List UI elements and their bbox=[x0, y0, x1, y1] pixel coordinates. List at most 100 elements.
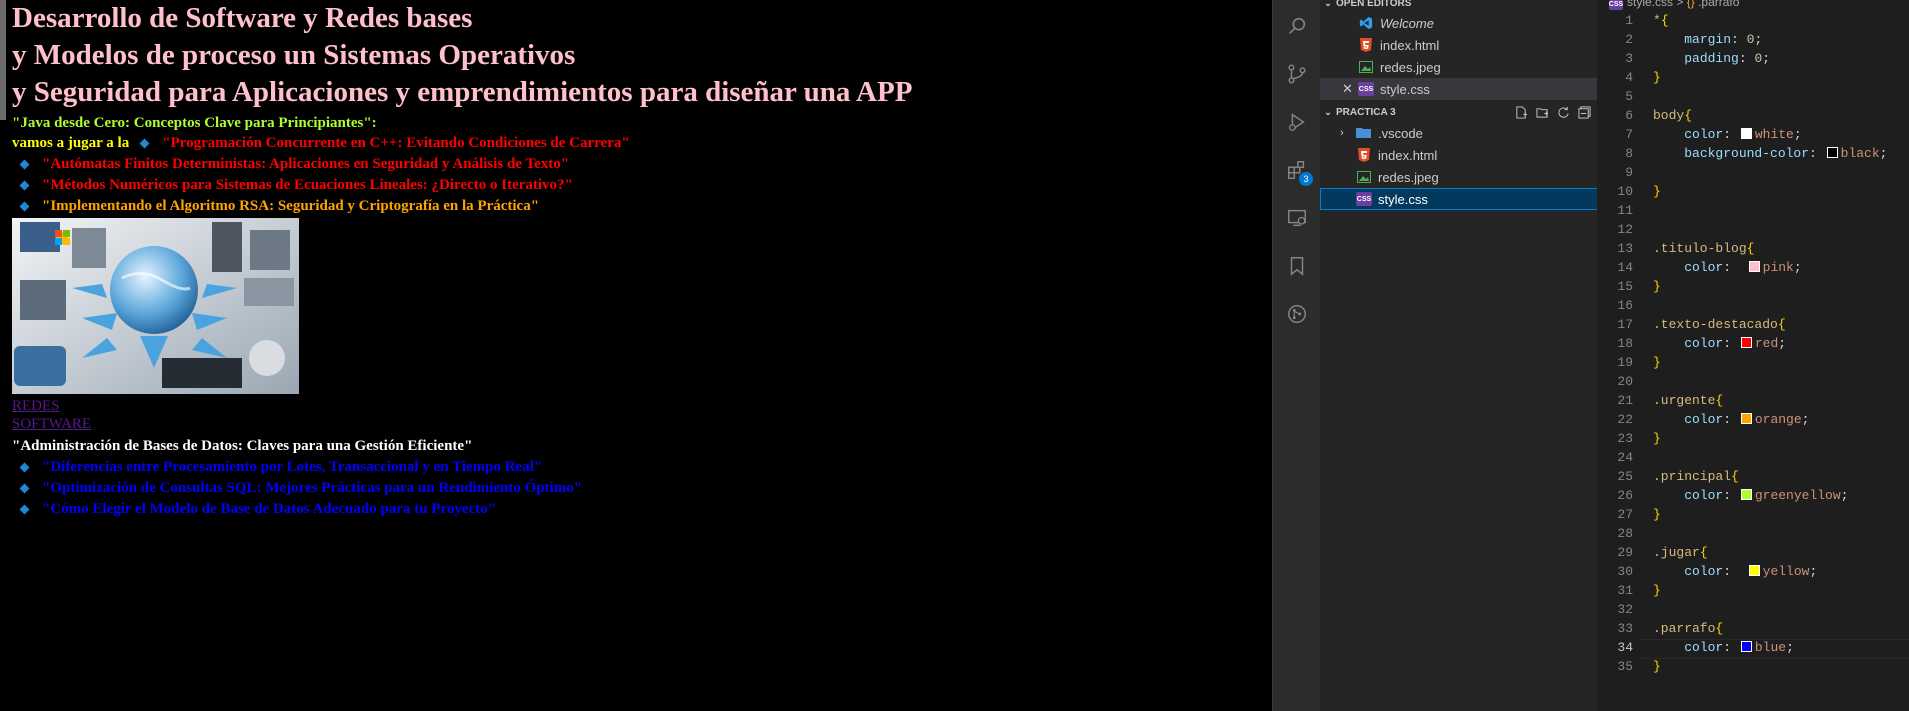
brace: { bbox=[1684, 108, 1693, 123]
line-number: 30 bbox=[1617, 564, 1633, 579]
refresh-icon[interactable] bbox=[1556, 105, 1570, 119]
css-property: color bbox=[1684, 260, 1724, 275]
code-line[interactable]: color: blue; bbox=[1653, 640, 1794, 655]
open-editor-redes-jpeg[interactable]: redes.jpeg bbox=[1320, 56, 1635, 78]
brace: } bbox=[1653, 431, 1661, 446]
file-style-css[interactable]: CSS style.css bbox=[1320, 188, 1633, 210]
list-item-parrafo: "Diferencias entre Procesamiento por Lot… bbox=[12, 457, 1272, 478]
code-line[interactable]: .titulo-blog{ bbox=[1653, 241, 1754, 256]
scrollbar[interactable] bbox=[0, 0, 6, 120]
code-line[interactable]: } bbox=[1653, 431, 1661, 446]
code-line[interactable]: color: white; bbox=[1653, 127, 1801, 142]
code-line[interactable]: .urgente{ bbox=[1653, 393, 1723, 408]
code-line[interactable]: .principal{ bbox=[1653, 469, 1739, 484]
code-line[interactable]: color: greenyellow; bbox=[1653, 488, 1848, 503]
css-property: color bbox=[1684, 488, 1724, 503]
code-line[interactable]: .parrafo{ bbox=[1653, 621, 1723, 636]
new-file-icon[interactable] bbox=[1514, 105, 1528, 119]
folder-vscode[interactable]: › .vscode bbox=[1320, 122, 1617, 144]
code-line[interactable]: margin: 0; bbox=[1653, 32, 1762, 47]
file-redes-jpeg[interactable]: redes.jpeg bbox=[1320, 166, 1633, 188]
folder-header-practica-3[interactable]: ⌄ PRACTICA 3 bbox=[1320, 101, 1597, 123]
breadcrumb-file[interactable]: style.css bbox=[1627, 0, 1673, 9]
open-editor-welcome[interactable]: Welcome bbox=[1320, 12, 1635, 34]
code-line[interactable]: color: pink; bbox=[1653, 260, 1801, 275]
code-line[interactable]: } bbox=[1653, 659, 1661, 674]
file-index-html[interactable]: index.html bbox=[1320, 144, 1633, 166]
list-item-parrafo: "Optimización de Consultas SQL: Mejores … bbox=[12, 478, 1272, 499]
bookmarks-icon[interactable] bbox=[1285, 254, 1309, 278]
line-number: 18 bbox=[1617, 336, 1633, 351]
code-line[interactable]: } bbox=[1653, 184, 1661, 199]
line-number: 29 bbox=[1617, 545, 1633, 560]
source-control-icon[interactable] bbox=[1285, 62, 1309, 86]
line-number: 3 bbox=[1625, 51, 1633, 66]
brace: } bbox=[1653, 355, 1661, 370]
collapse-all-icon[interactable] bbox=[1577, 105, 1591, 119]
css-property: color bbox=[1684, 412, 1724, 427]
code-line[interactable]: } bbox=[1653, 583, 1661, 598]
code-line[interactable]: .texto-destacado{ bbox=[1653, 317, 1786, 332]
code-line[interactable]: *{ bbox=[1653, 13, 1669, 28]
line-number: 24 bbox=[1617, 450, 1633, 465]
file-label: style.css bbox=[1378, 191, 1428, 207]
code-line[interactable]: color: red; bbox=[1653, 336, 1786, 351]
new-folder-icon[interactable] bbox=[1535, 105, 1549, 119]
run-debug-icon[interactable] bbox=[1285, 110, 1309, 134]
remote-explorer-icon[interactable] bbox=[1285, 206, 1309, 230]
open-editor-style-css[interactable]: ✕ CSS style.css bbox=[1320, 78, 1619, 100]
chevron-right-icon: › bbox=[1340, 127, 1344, 139]
css-value: red bbox=[1754, 336, 1779, 351]
vscode-logo-icon bbox=[1358, 16, 1374, 30]
css-value: greenyellow bbox=[1754, 488, 1841, 503]
css-value: 0 bbox=[1746, 32, 1755, 47]
list-bullet-icon bbox=[139, 138, 150, 149]
line-number: 19 bbox=[1617, 355, 1633, 370]
close-icon[interactable]: ✕ bbox=[1342, 81, 1358, 97]
color-swatch[interactable] bbox=[1748, 261, 1760, 272]
chevron-down-icon: ⌄ bbox=[1324, 106, 1332, 117]
code-line[interactable]: background-color: black; bbox=[1653, 146, 1887, 161]
code-line[interactable]: color: yellow; bbox=[1653, 564, 1817, 579]
color-swatch[interactable] bbox=[1740, 641, 1752, 652]
code-line[interactable]: body{ bbox=[1653, 108, 1692, 123]
brace: } bbox=[1653, 184, 1661, 199]
color-swatch[interactable] bbox=[1740, 489, 1752, 500]
extensions-icon[interactable]: 3 bbox=[1285, 158, 1313, 186]
code-line[interactable]: padding: 0; bbox=[1653, 51, 1770, 66]
link-redes[interactable]: REDES bbox=[12, 397, 1272, 415]
brace: { bbox=[1731, 469, 1739, 484]
code-line[interactable]: } bbox=[1653, 279, 1661, 294]
color-swatch[interactable] bbox=[1826, 147, 1838, 158]
code-line[interactable]: .jugar{ bbox=[1653, 545, 1708, 560]
preview-content: Desarrollo de Software y Redes bases y M… bbox=[12, 0, 1272, 520]
css-selector: .principal bbox=[1653, 469, 1732, 484]
code-line[interactable]: } bbox=[1653, 355, 1661, 370]
link-software[interactable]: SOFTWARE bbox=[12, 415, 1272, 433]
open-editor-label: style.css bbox=[1380, 81, 1430, 97]
git-graph-icon[interactable] bbox=[1285, 302, 1309, 326]
css-value: yellow bbox=[1762, 564, 1810, 579]
brace: } bbox=[1653, 507, 1661, 522]
code-editor[interactable]: CSS style.css > {} .parrafo 1 *{2 margin: … bbox=[1597, 0, 1909, 711]
color-swatch[interactable] bbox=[1748, 565, 1760, 576]
symbol-icon: {} bbox=[1686, 0, 1695, 9]
line-number: 35 bbox=[1617, 659, 1633, 674]
line-number: 27 bbox=[1617, 507, 1633, 522]
html5-icon bbox=[1358, 38, 1374, 52]
color-swatch[interactable] bbox=[1740, 337, 1752, 348]
breadcrumb-symbol[interactable]: .parrafo bbox=[1698, 0, 1739, 9]
vscode-folder-icon bbox=[1356, 126, 1372, 140]
color-swatch[interactable] bbox=[1740, 413, 1752, 424]
css-property: padding bbox=[1684, 51, 1739, 66]
open-editor-index-html[interactable]: index.html bbox=[1320, 34, 1635, 56]
search-icon[interactable] bbox=[1285, 14, 1309, 38]
color-swatch[interactable] bbox=[1740, 128, 1752, 139]
principal-paragraph: "Java desde Cero: Conceptos Clave para P… bbox=[12, 115, 377, 131]
code-line[interactable]: } bbox=[1653, 70, 1661, 85]
image-file-icon bbox=[1358, 60, 1374, 74]
code-line[interactable]: color: orange; bbox=[1653, 412, 1809, 427]
code-line[interactable]: } bbox=[1653, 507, 1661, 522]
css-file-icon: CSS bbox=[1358, 82, 1374, 96]
line-number: 13 bbox=[1617, 241, 1633, 256]
